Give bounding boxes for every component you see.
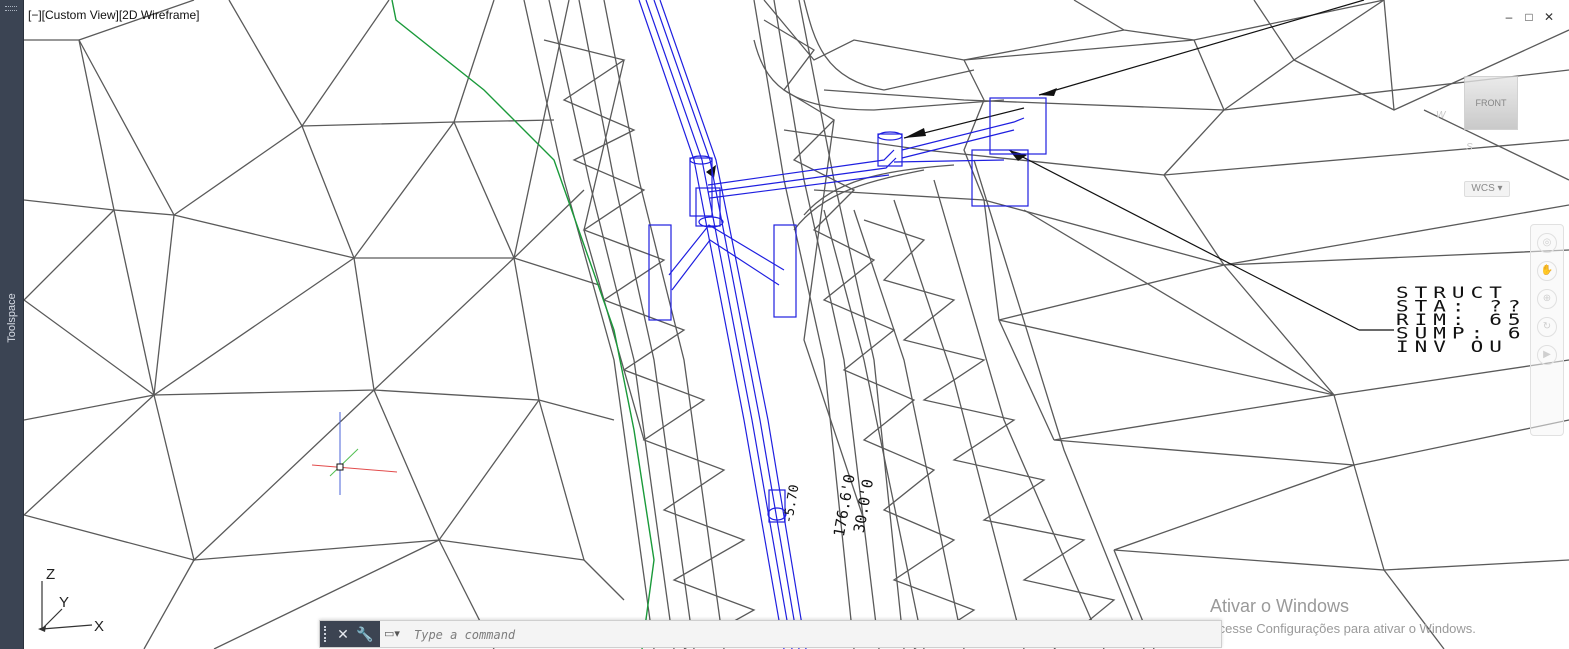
showmotion-icon[interactable]: ▶ <box>1537 345 1557 365</box>
restore-icon[interactable]: □ <box>1522 10 1536 24</box>
toolspace-label[interactable]: Toolspace <box>6 282 18 354</box>
minimize-icon[interactable]: – <box>1502 10 1516 24</box>
navigation-bar[interactable]: ◎ ✋ ⊕ ↻ ▶ <box>1530 224 1564 436</box>
command-line-toolbar: ✕ 🔧 <box>320 621 380 647</box>
command-line[interactable]: ✕ 🔧 ▭▾ <box>319 620 1222 648</box>
watermark-title: Ativar o Windows <box>1210 596 1350 616</box>
close-icon[interactable]: ✕ <box>1542 10 1556 24</box>
windows-activation-watermark: Ativar o Windows Acesse Configurações pa… <box>1210 596 1476 636</box>
orbit-icon[interactable]: ↻ <box>1537 317 1557 337</box>
structure-label: STRUCT STA: ?? RIM: 65 SUMP: 6 INV OU <box>1396 285 1527 356</box>
ucs-cursor <box>311 412 398 495</box>
structure-line: INV OU <box>1396 337 1508 356</box>
watermark-subtitle: Acesse Configurações para ativar o Windo… <box>1210 621 1476 636</box>
viewport-controls-label[interactable]: [−][Custom View][2D Wireframe] <box>28 8 200 22</box>
steering-wheel-icon[interactable]: ◎ <box>1537 233 1557 253</box>
ucs-x-label: X <box>94 618 105 635</box>
command-line-grip-handle[interactable] <box>324 626 330 642</box>
toolspace-grip-handle[interactable] <box>5 6 17 11</box>
tin-surface-wireframe <box>24 0 1569 649</box>
wrench-icon[interactable]: 🔧 <box>356 625 374 643</box>
compass-w-label: W <box>1436 110 1446 121</box>
command-prompt-icon[interactable]: ▭▾ <box>382 626 402 642</box>
zoom-icon[interactable]: ⊕ <box>1537 289 1557 309</box>
wcs-menu[interactable]: WCS ▾ <box>1464 181 1510 197</box>
ucs-y-label: Y <box>59 594 70 611</box>
command-input[interactable] <box>412 624 1216 646</box>
drawing-viewport[interactable]: [−][Custom View][2D Wireframe] – □ ✕ FRO… <box>24 0 1569 649</box>
viewcube[interactable]: FRONT <box>1464 76 1518 130</box>
pan-icon[interactable]: ✋ <box>1537 261 1557 281</box>
toolspace-palette[interactable]: Toolspace <box>0 0 24 649</box>
close-icon[interactable]: ✕ <box>334 625 352 643</box>
compass-s-label: S <box>1466 142 1473 153</box>
ucs-z-label: Z <box>46 566 56 583</box>
